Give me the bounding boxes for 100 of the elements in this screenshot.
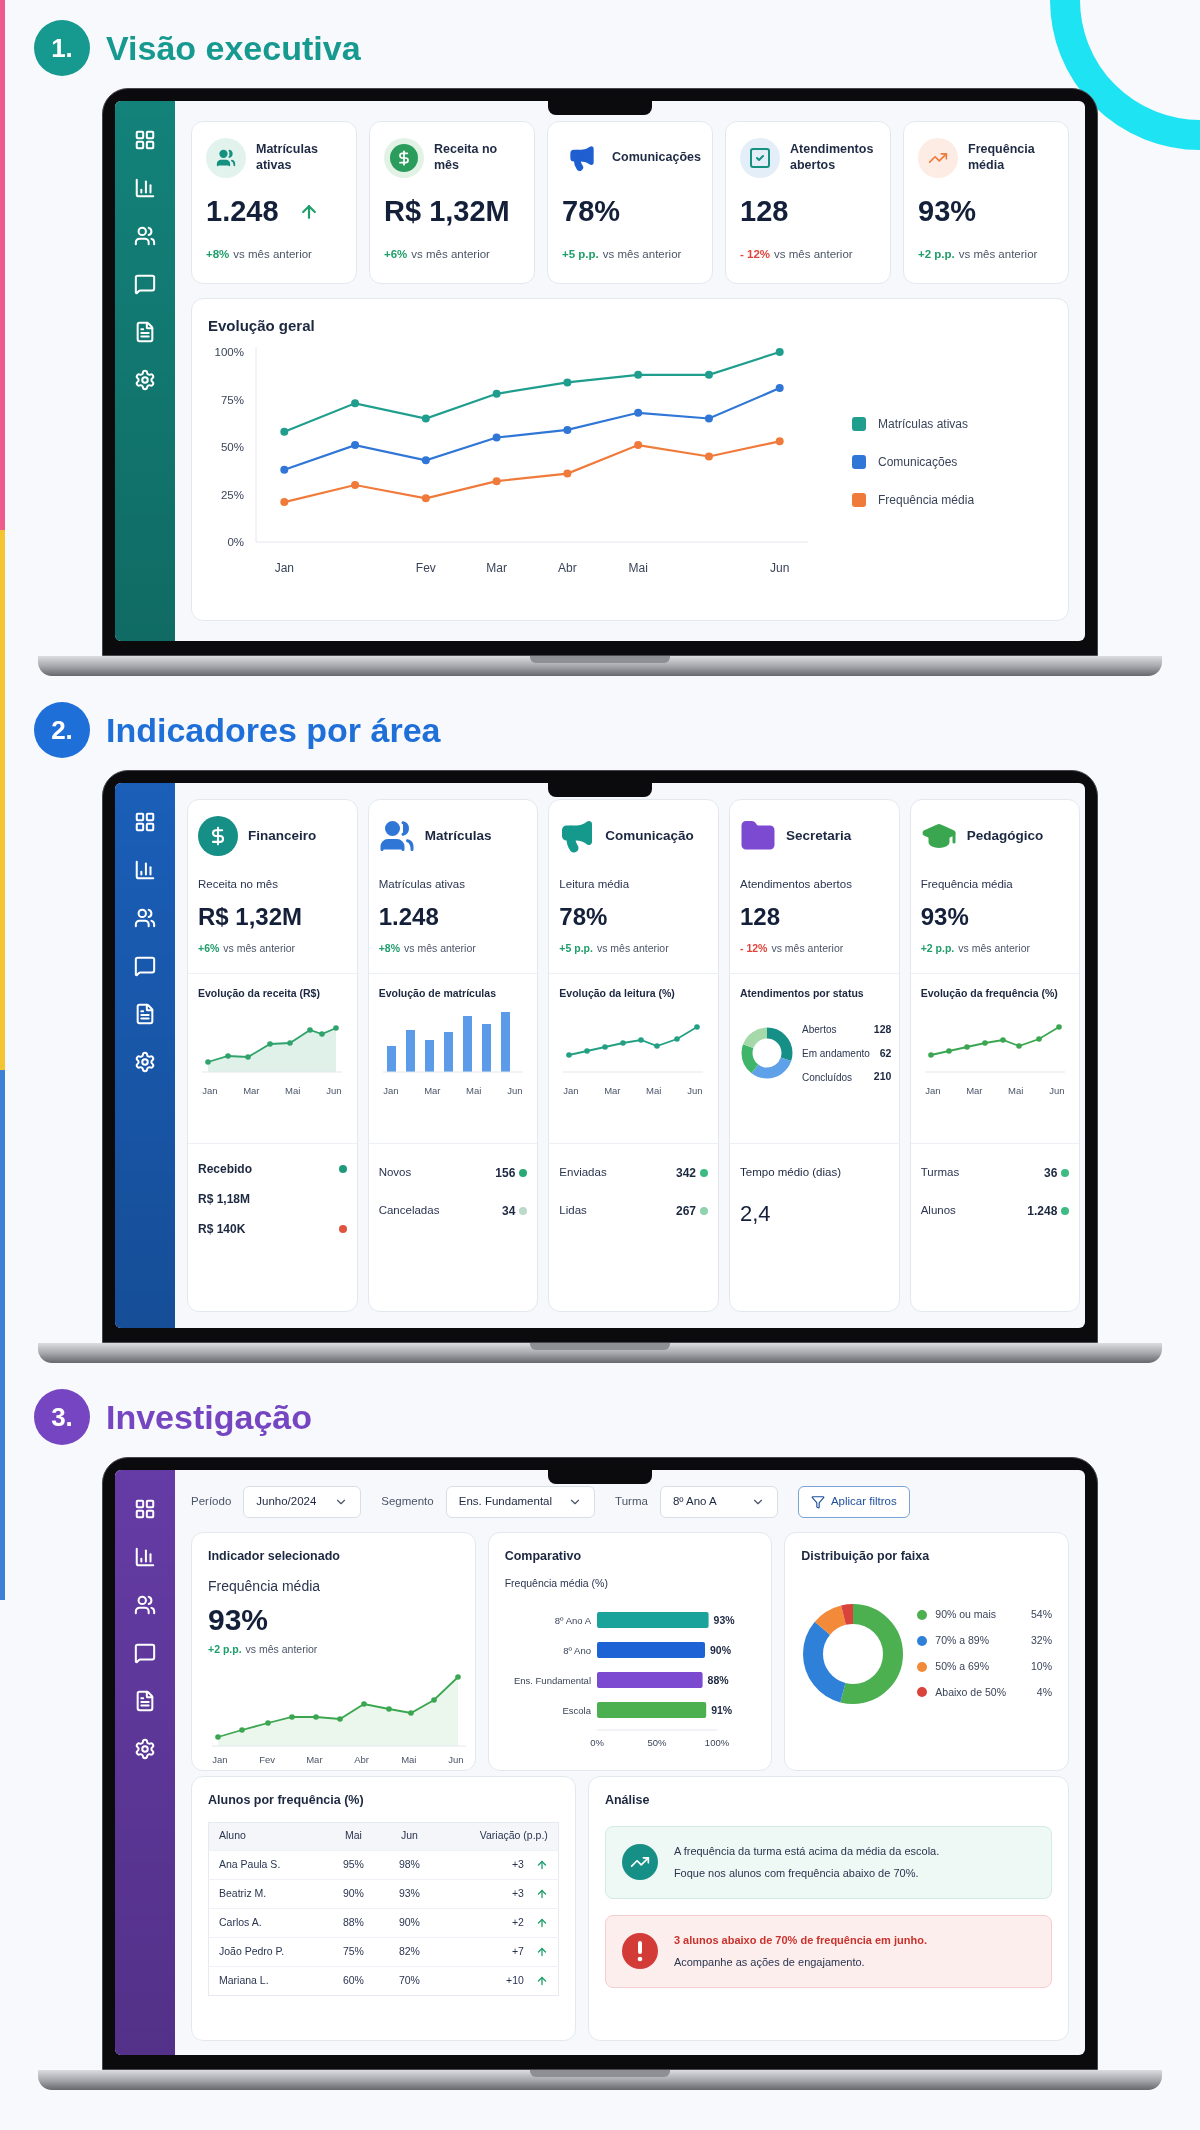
metric-label: Matrículas ativas xyxy=(378,877,466,892)
filter-label: Período xyxy=(191,1494,232,1510)
data-point xyxy=(1035,1035,1042,1042)
bar-chart-icon[interactable] xyxy=(134,177,156,199)
metric-label: Leitura média xyxy=(559,877,631,892)
x-tick-label: 100% xyxy=(704,1736,729,1748)
filter-label: Turma xyxy=(615,1494,648,1510)
x-tick-label: Jun xyxy=(507,1084,523,1096)
x-tick-label: Jan xyxy=(563,1084,579,1096)
data-point xyxy=(205,1058,211,1065)
users-icon xyxy=(206,138,246,178)
data-point xyxy=(775,384,784,393)
chat-icon[interactable] xyxy=(134,955,156,977)
document-icon[interactable] xyxy=(134,321,156,343)
users-icon[interactable] xyxy=(134,1594,156,1616)
data-point xyxy=(704,452,713,461)
dollar-icon xyxy=(384,138,424,178)
metric-value: 1.248 xyxy=(378,902,440,933)
x-tick-label: Jun xyxy=(448,1753,464,1765)
data-point xyxy=(638,1036,645,1043)
data-point xyxy=(566,1051,573,1058)
x-tick-label: 50% xyxy=(647,1736,667,1748)
section-number-badge: 2. xyxy=(34,702,90,758)
table-cell: 95% xyxy=(325,1850,382,1880)
column-header: Aluno xyxy=(208,1822,326,1851)
delta-note: vs mês anterior xyxy=(771,941,844,957)
metric-label: Receita no mês xyxy=(198,877,279,892)
category-label: 8º Ano xyxy=(562,1644,591,1656)
filter-icon xyxy=(810,1495,825,1509)
delta-note: vs mês anterior xyxy=(958,941,1031,957)
metric-value: R$ 1,32M xyxy=(198,902,304,933)
chat-icon[interactable] xyxy=(134,1642,156,1664)
x-tick-label: Jan xyxy=(202,1084,218,1096)
x-tick-label: Mar xyxy=(243,1084,260,1096)
chat-icon[interactable] xyxy=(134,273,156,295)
metric-value: 93% xyxy=(208,1601,270,1638)
settings-icon[interactable] xyxy=(134,1738,156,1760)
settings-icon[interactable] xyxy=(134,369,156,391)
users-icon[interactable] xyxy=(134,907,156,929)
x-tick-label: Fev xyxy=(259,1753,276,1765)
checkbox-icon xyxy=(740,138,780,178)
data-point xyxy=(333,1024,339,1031)
data-point xyxy=(421,414,430,423)
table-cell: João Pedro P. xyxy=(208,1937,326,1967)
donut-drawing xyxy=(740,1026,794,1081)
footer-label: Tempo médio (dias) xyxy=(740,1165,842,1180)
filter-select[interactable]: Ens. Fundamental xyxy=(445,1486,596,1518)
card-title: Comparativo xyxy=(504,1548,583,1565)
legend-value: 4% xyxy=(1035,1684,1052,1700)
footer-label: Lidas xyxy=(559,1203,587,1219)
data-point xyxy=(563,469,572,478)
value-label: 93% xyxy=(713,1613,735,1626)
document-icon[interactable] xyxy=(134,1690,156,1712)
table-cell: 90% xyxy=(325,1879,382,1909)
legend-label: Frequência média xyxy=(878,492,975,510)
footer-label: Turmas xyxy=(920,1165,960,1181)
delta-value: +2 p.p. xyxy=(918,246,955,262)
data-point xyxy=(927,1051,934,1058)
data-point xyxy=(319,1030,325,1037)
bar-chart-icon[interactable] xyxy=(134,859,156,881)
chart-title: Evolução da leitura (%) xyxy=(559,986,676,1001)
alert-text: Acompanhe as ações de engajamento. xyxy=(673,1955,866,1971)
document-icon[interactable] xyxy=(134,1003,156,1025)
footer-label: Canceladas xyxy=(378,1203,440,1219)
delta-note: vs mês anterior xyxy=(404,941,476,957)
data-point xyxy=(674,1035,681,1042)
data-point xyxy=(775,437,784,446)
filter-select[interactable]: Junho/2024 xyxy=(243,1486,362,1518)
data-point xyxy=(421,494,430,503)
chart-title: Evolução geral xyxy=(208,315,316,336)
x-tick-label: Mai xyxy=(628,561,648,576)
table-cell: Mariana L. xyxy=(208,1966,326,1996)
grid-icon[interactable] xyxy=(134,129,156,151)
data-point xyxy=(602,1043,609,1050)
users-icon[interactable] xyxy=(134,225,156,247)
delta-note: vs mês anterior xyxy=(596,941,669,957)
chart-title: Evolução da frequência (%) xyxy=(920,986,1059,1001)
data-point xyxy=(584,1047,591,1054)
section-title: Investigação xyxy=(106,1396,312,1438)
section-title: Indicadores por área xyxy=(106,709,441,751)
alert-text: Foque nos alunos com frequência abaixo de 70%. xyxy=(673,1866,920,1882)
x-tick-label: Mar xyxy=(604,1084,621,1096)
footer-value: 36 xyxy=(1044,1165,1058,1182)
data-point xyxy=(431,1696,437,1703)
grid-icon[interactable] xyxy=(134,1498,156,1520)
table-cell: 90% xyxy=(381,1908,438,1938)
settings-icon[interactable] xyxy=(134,1051,156,1073)
data-point xyxy=(361,1700,367,1707)
filter-label: Segmento xyxy=(381,1494,434,1510)
dollar-icon xyxy=(198,816,238,856)
data-point xyxy=(999,1036,1006,1043)
delta-value: +5 p.p. xyxy=(562,246,599,262)
apply-filters-button[interactable]: Aplicar filtros xyxy=(797,1486,910,1518)
grid-icon[interactable] xyxy=(134,811,156,833)
x-tick-label: Abr xyxy=(354,1753,369,1765)
x-tick-label: 0% xyxy=(589,1736,604,1748)
bar-chart-icon[interactable] xyxy=(134,1546,156,1568)
footer-value: 34 xyxy=(502,1203,516,1220)
table-cell: Ana Paula S. xyxy=(208,1850,326,1880)
filter-select[interactable]: 8º Ano A xyxy=(659,1486,778,1518)
